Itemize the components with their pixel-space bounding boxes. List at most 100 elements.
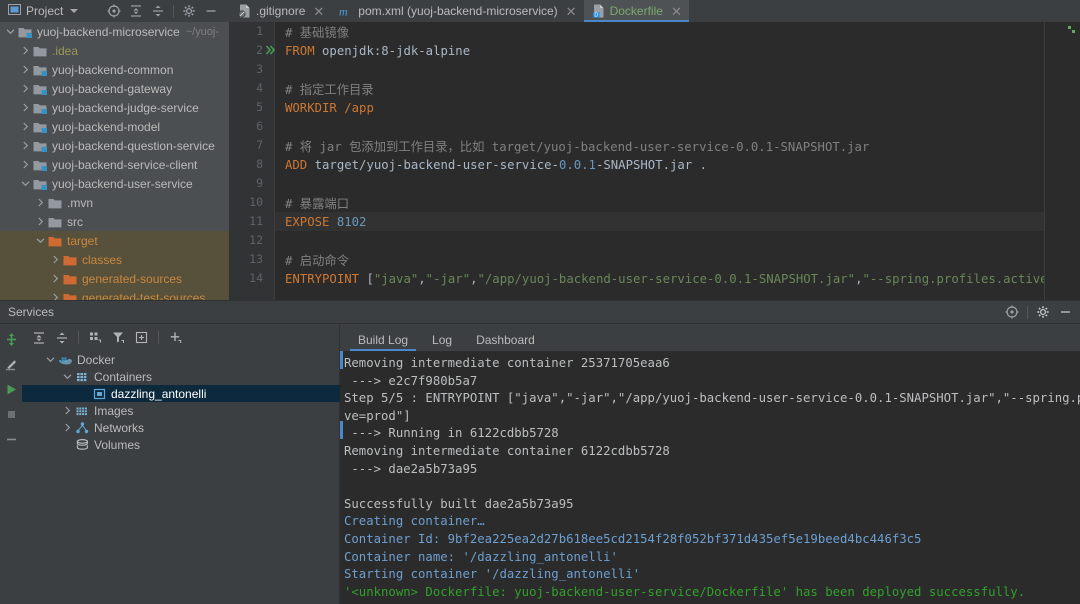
project-tree-item-yuoj-backend-common[interactable]: yuoj-backend-common xyxy=(0,60,229,79)
code-line[interactable]: # 指定工作目录 xyxy=(275,79,1044,98)
project-tree-item-label: yuoj-backend-model xyxy=(52,120,160,134)
code-line[interactable]: ENTRYPOINT ["java","-jar","/app/yuoj-bac… xyxy=(275,269,1044,288)
project-tree-item-yuoj-backend-judge-service[interactable]: yuoj-backend-judge-service xyxy=(0,98,229,117)
chevron-down-icon[interactable] xyxy=(4,27,17,36)
project-tree-item-yuoj-backend-microservice[interactable]: yuoj-backend-microservice~/yuoj- xyxy=(0,22,229,41)
docker-tree-item-volumes[interactable]: Volumes xyxy=(22,436,339,453)
run-gutter-icon[interactable] xyxy=(264,41,278,60)
build-log-panel[interactable]: Build LogLogDashboard Removing intermedi… xyxy=(340,325,1080,604)
log-tab-log[interactable]: Log xyxy=(420,334,464,351)
project-tree-panel[interactable]: yuoj-backend-microservice~/yuoj-.ideayuo… xyxy=(0,22,230,300)
folder-orange-icon xyxy=(62,252,78,268)
project-tree-item--mvn[interactable]: .mvn xyxy=(0,193,229,212)
project-tree-item-yuoj-backend-service-client[interactable]: yuoj-backend-service-client xyxy=(0,155,229,174)
chevron-down-icon[interactable] xyxy=(70,9,78,13)
line-number: 8 xyxy=(230,155,263,174)
code-line[interactable]: # 启动命令 xyxy=(275,250,1044,269)
code-line[interactable]: EXPOSE 8102 xyxy=(275,212,1044,231)
edit-configuration-icon[interactable] xyxy=(1,354,21,374)
project-tree-item-generated-sources[interactable]: generated-sources xyxy=(0,269,229,288)
code-line[interactable]: WORKDIR /app xyxy=(275,98,1044,117)
chevron-right-icon[interactable] xyxy=(49,293,62,300)
editor-tab-gitignore[interactable]: .gitignore ✕ xyxy=(230,0,331,22)
docker-tree-item-docker[interactable]: Docker xyxy=(22,351,339,368)
editor-tab-dockerfile[interactable]: D Dockerfile ✕ xyxy=(584,0,689,22)
chevron-right-icon[interactable] xyxy=(19,160,32,169)
project-tree-item-target[interactable]: target xyxy=(0,231,229,250)
collapse-all-icon[interactable] xyxy=(51,327,72,348)
chevron-right-icon[interactable] xyxy=(61,423,74,432)
project-tool-window-header[interactable]: Project xyxy=(0,0,100,22)
editor-scroll-rail[interactable] xyxy=(1044,22,1080,300)
minimize-icon[interactable] xyxy=(200,0,222,22)
chevron-right-icon[interactable] xyxy=(49,255,62,264)
editor-tab-pom-xml[interactable]: m pom.xml (yuoj-backend-microservice) ✕ xyxy=(331,0,583,22)
chevron-right-icon[interactable] xyxy=(61,406,74,415)
module-icon xyxy=(32,81,48,97)
build-log-line: Successfully built dae2a5b73a95 xyxy=(344,496,1080,514)
docker-tree-item-images[interactable]: Images xyxy=(22,402,339,419)
docker-tree-item-containers[interactable]: Containers xyxy=(22,368,339,385)
chevron-right-icon[interactable] xyxy=(34,198,47,207)
gear-icon[interactable] xyxy=(178,0,200,22)
log-tab-build-log[interactable]: Build Log xyxy=(346,334,420,351)
build-log-content: Removing intermediate container 25371705… xyxy=(340,351,1080,601)
code-line[interactable]: # 暴露端口 xyxy=(275,193,1044,212)
log-tab-dashboard[interactable]: Dashboard xyxy=(464,334,547,351)
chevron-down-icon[interactable] xyxy=(34,236,47,245)
project-tree-item-label: src xyxy=(67,215,83,229)
close-icon[interactable]: ✕ xyxy=(671,5,682,18)
chevron-right-icon[interactable] xyxy=(19,46,32,55)
chevron-down-icon[interactable] xyxy=(44,355,57,364)
locate-icon[interactable] xyxy=(1001,301,1023,323)
chevron-right-icon[interactable] xyxy=(19,122,32,131)
chevron-right-icon[interactable] xyxy=(49,274,62,283)
code-line[interactable] xyxy=(275,117,1044,136)
group-by-icon[interactable] xyxy=(85,327,106,348)
add-tab-icon[interactable] xyxy=(131,327,152,348)
stop-icon[interactable] xyxy=(1,404,21,424)
code-line[interactable]: # 将 jar 包添加到工作目录，比如 target/yuoj-backend-… xyxy=(275,136,1044,155)
chevron-right-icon[interactable] xyxy=(19,65,32,74)
docker-tree-item-networks[interactable]: Networks xyxy=(22,419,339,436)
project-tree-item-generated-test-sources[interactable]: generated-test-sources xyxy=(0,288,229,300)
code-line[interactable] xyxy=(275,231,1044,250)
networks-icon xyxy=(74,420,90,436)
project-tree-item-yuoj-backend-question-service[interactable]: yuoj-backend-question-service xyxy=(0,136,229,155)
chevron-right-icon[interactable] xyxy=(19,84,32,93)
minimize-icon[interactable] xyxy=(1,429,21,449)
chevron-down-icon[interactable] xyxy=(19,179,32,188)
expand-all-icon[interactable] xyxy=(28,327,49,348)
project-tree-item-src[interactable]: src xyxy=(0,212,229,231)
minimize-icon[interactable] xyxy=(1054,301,1076,323)
run-icon[interactable] xyxy=(1,379,21,399)
code-line[interactable]: FROM openjdk:8-jdk-alpine xyxy=(275,41,1044,60)
chevron-right-icon[interactable] xyxy=(19,103,32,112)
code-token: "java" xyxy=(374,272,418,286)
project-tree-item-yuoj-backend-user-service[interactable]: yuoj-backend-user-service xyxy=(0,174,229,193)
code-line[interactable]: # 基础镜像 xyxy=(275,22,1044,41)
code-line[interactable]: ADD target/yuoj-backend-user-service-0.0… xyxy=(275,155,1044,174)
add-icon[interactable] xyxy=(165,327,186,348)
docker-tree-item-dazzling-antonelli[interactable]: dazzling_antonelli xyxy=(22,385,340,402)
close-icon[interactable]: ✕ xyxy=(566,5,577,18)
chevron-right-icon[interactable] xyxy=(34,217,47,226)
expand-all-icon[interactable] xyxy=(125,0,147,22)
project-tree-item-classes[interactable]: classes xyxy=(0,250,229,269)
services-tree-panel[interactable]: DockerContainersdazzling_antonelliImages… xyxy=(22,325,340,604)
collapse-all-icon[interactable] xyxy=(147,0,169,22)
project-tree-item--idea[interactable]: .idea xyxy=(0,41,229,60)
code-line[interactable] xyxy=(275,174,1044,193)
code-line[interactable] xyxy=(275,60,1044,79)
close-icon[interactable]: ✕ xyxy=(313,5,324,18)
code-editor[interactable]: # 基础镜像FROM openjdk:8-jdk-alpine # 指定工作目录… xyxy=(230,22,1080,300)
chevron-down-icon[interactable] xyxy=(61,372,74,381)
filter-icon[interactable] xyxy=(108,327,129,348)
chevron-right-icon[interactable] xyxy=(19,141,32,150)
editor-code-area[interactable]: # 基础镜像FROM openjdk:8-jdk-alpine # 指定工作目录… xyxy=(274,22,1044,300)
project-tree-item-yuoj-backend-gateway[interactable]: yuoj-backend-gateway xyxy=(0,79,229,98)
deploy-icon[interactable] xyxy=(1,329,21,349)
gear-icon[interactable] xyxy=(1032,301,1054,323)
project-tree-item-yuoj-backend-model[interactable]: yuoj-backend-model xyxy=(0,117,229,136)
locate-icon[interactable] xyxy=(103,0,125,22)
